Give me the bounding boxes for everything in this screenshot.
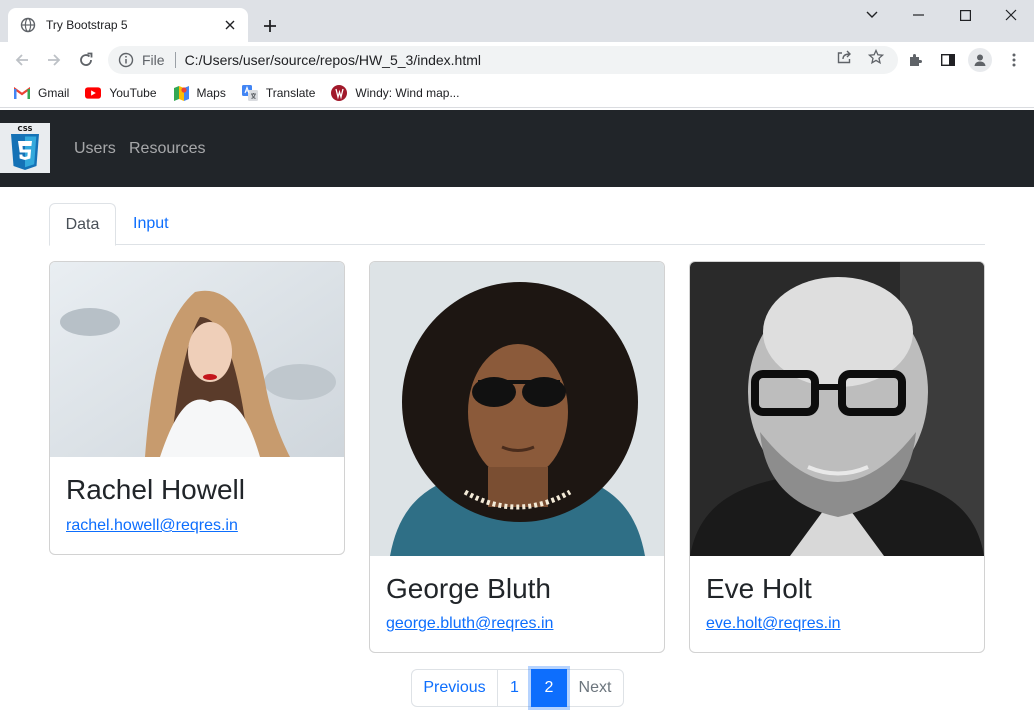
globe-icon xyxy=(20,17,36,33)
bookmark-star-icon[interactable] xyxy=(867,48,885,66)
user-card: George Bluth george.bluth@reqres.in xyxy=(369,261,665,653)
card-name: George Bluth xyxy=(386,573,551,604)
user-card: Rachel Howell rachel.howell@reqres.in xyxy=(49,261,345,555)
card-name: Rachel Howell xyxy=(66,474,245,505)
bookmark-translate[interactable]: Translate xyxy=(241,84,316,101)
card-email-link[interactable]: george.bluth@reqres.in xyxy=(386,615,553,633)
share-icon[interactable] xyxy=(835,48,853,66)
bookmark-label: Maps xyxy=(196,85,226,100)
minimize-button[interactable] xyxy=(895,0,941,30)
bookmarks-bar: Gmail YouTube Maps Translate Windy: Wind… xyxy=(0,78,1034,108)
back-button[interactable] xyxy=(10,48,34,72)
bookmark-label: Windy: Wind map... xyxy=(355,85,460,100)
user-card: Eve Holt eve.holt@reqres.in xyxy=(689,261,985,653)
address-separator xyxy=(174,52,176,68)
pagination-page-2[interactable]: 2 xyxy=(531,669,567,707)
nav-link-users[interactable]: Users xyxy=(74,140,116,158)
pagination-next[interactable]: Next xyxy=(566,669,624,707)
extensions-icon[interactable] xyxy=(905,50,925,70)
menu-kebab-icon[interactable] xyxy=(1004,50,1024,70)
svg-text:CSS: CSS xyxy=(17,125,32,133)
forward-button[interactable] xyxy=(42,48,66,72)
nav-link-resources[interactable]: Resources xyxy=(129,140,205,158)
pagination-page-1[interactable]: 1 xyxy=(497,669,532,707)
gmail-icon xyxy=(14,85,30,101)
bookmark-label: YouTube xyxy=(109,85,157,100)
profile-avatar-icon[interactable] xyxy=(968,48,992,72)
maps-icon xyxy=(173,85,189,101)
bookmark-windy[interactable]: Windy: Wind map... xyxy=(331,84,460,101)
tab-input[interactable]: Input xyxy=(117,203,185,245)
card-email-link[interactable]: rachel.howell@reqres.in xyxy=(66,517,238,535)
side-panel-icon[interactable] xyxy=(938,50,958,70)
content-tabs: Data Input xyxy=(49,203,985,246)
window-close-button[interactable] xyxy=(988,0,1034,30)
navbar-brand[interactable]: CSS xyxy=(0,123,50,173)
url-text[interactable]: C:/Users/user/source/repos/HW_5_3/index.… xyxy=(185,52,481,68)
tab-title: Try Bootstrap 5 xyxy=(46,18,128,32)
woman-in-hood-photo xyxy=(50,262,344,457)
reload-button[interactable] xyxy=(74,48,98,72)
close-icon[interactable] xyxy=(222,17,238,33)
translate-icon xyxy=(241,84,258,101)
site-navbar: CSS Users Resources xyxy=(0,110,1034,187)
bookmark-youtube[interactable]: YouTube xyxy=(85,85,157,101)
new-tab-button[interactable] xyxy=(258,14,282,38)
browser-tabstrip: Try Bootstrap 5 xyxy=(0,0,1034,42)
bald-man-glasses-photo xyxy=(690,262,984,556)
bookmark-label: Gmail xyxy=(38,85,70,100)
card-name: Eve Holt xyxy=(706,573,812,604)
youtube-icon xyxy=(85,85,102,101)
pagination: Previous 1 2 Next xyxy=(411,669,624,707)
browser-toolbar: File C:/Users/user/source/repos/HW_5_3/i… xyxy=(0,42,1034,78)
address-bar[interactable]: File C:/Users/user/source/repos/HW_5_3/i… xyxy=(108,46,898,74)
browser-tab[interactable]: Try Bootstrap 5 xyxy=(8,8,248,42)
man-in-sunglasses-photo xyxy=(370,262,664,556)
bookmark-label: Translate xyxy=(265,85,316,100)
css3-logo-icon: CSS xyxy=(9,124,41,172)
pagination-previous[interactable]: Previous xyxy=(411,669,498,707)
info-icon[interactable] xyxy=(118,52,134,68)
tab-search-icon[interactable] xyxy=(849,0,895,30)
card-email-link[interactable]: eve.holt@reqres.in xyxy=(706,615,841,633)
maximize-button[interactable] xyxy=(942,0,988,30)
file-scheme-label: File xyxy=(142,52,165,68)
bookmark-gmail[interactable]: Gmail xyxy=(14,85,69,101)
windy-icon xyxy=(331,84,348,101)
bookmark-maps[interactable]: Maps xyxy=(173,85,226,101)
tab-data[interactable]: Data xyxy=(49,203,116,246)
